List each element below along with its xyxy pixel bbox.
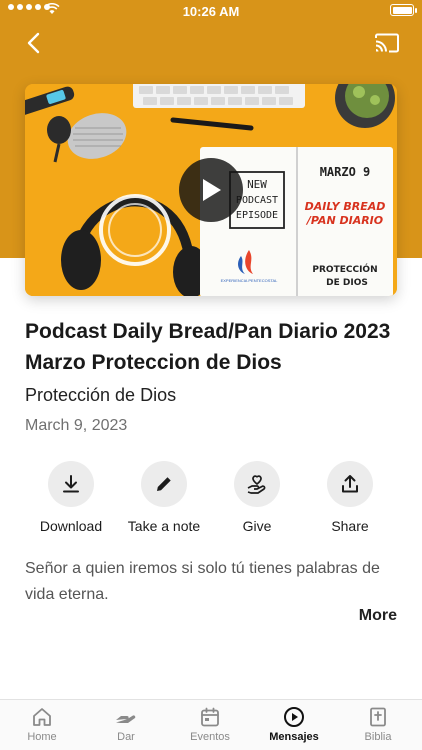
share-icon [342, 475, 358, 493]
status-bar: 10:26 AM [0, 0, 422, 22]
episode-date: March 9, 2023 [25, 417, 128, 434]
tab-bar: Home Dar Eventos Mensajes Biblia [0, 699, 422, 750]
tab-mensajes-label: Mensajes [269, 731, 319, 743]
home-icon [33, 708, 51, 726]
pencil-icon [157, 477, 171, 491]
tab-dar-label: Dar [117, 731, 135, 743]
play-circle-icon [284, 707, 304, 727]
notebook-right-date: MARZO 9 [320, 165, 371, 179]
tab-home-label: Home [27, 731, 57, 743]
bible-icon [370, 707, 386, 727]
svg-text:/PAN DIARIO: /PAN DIARIO [305, 214, 383, 227]
calendar-icon [201, 707, 219, 727]
download-button[interactable]: Download [19, 461, 123, 534]
download-icon [63, 475, 79, 493]
tab-home[interactable]: Home [0, 706, 84, 743]
share-label: Share [331, 518, 369, 534]
svg-text:EPISODE: EPISODE [236, 210, 278, 221]
play-icon [203, 179, 221, 201]
tab-dar[interactable]: Dar [84, 706, 168, 743]
chevron-left-icon [27, 32, 40, 54]
svg-text:PROTECCIÓN: PROTECCIÓN [312, 263, 377, 275]
svg-text:DAILY BREAD: DAILY BREAD [305, 200, 386, 213]
episode-subtitle: Protección de Dios [25, 385, 177, 405]
hand-icon [116, 715, 136, 723]
give-label: Give [242, 518, 272, 534]
back-button[interactable] [18, 28, 48, 58]
tab-mensajes[interactable]: Mensajes [252, 706, 336, 743]
more-link[interactable]: More [359, 607, 397, 625]
take-a-note-button[interactable]: Take a note [112, 461, 216, 534]
tab-biblia-label: Biblia [364, 731, 392, 743]
download-label: Download [39, 518, 103, 534]
cast-icon [375, 33, 399, 53]
episode-title: Podcast Daily Bread/Pan Diario 2023 Marz… [25, 320, 391, 374]
episode-actions: Download Take a note Give Share [0, 461, 422, 541]
cast-button[interactable] [370, 28, 404, 58]
svg-text:DE DIOS: DE DIOS [326, 278, 368, 288]
svg-text:EXPERIENCIA PENTECOSTAL: EXPERIENCIA PENTECOSTAL [221, 278, 279, 283]
status-time: 10:26 AM [182, 4, 240, 19]
episode-thumbnail[interactable]: NEW PODCAST EPISODE EXPERIENCIA PENTECOS… [25, 84, 397, 296]
episode-description: Señor a quien iremos si solo tú tienes p… [25, 560, 380, 603]
hand-heart-icon [247, 475, 266, 494]
tab-eventos[interactable]: Eventos [168, 706, 252, 743]
take-a-note-label: Take a note [127, 518, 201, 534]
battery-icon [390, 4, 417, 16]
give-button[interactable]: Give [205, 461, 309, 534]
play-button[interactable] [179, 158, 243, 222]
notebook-left-text: NEW [247, 178, 267, 191]
tab-biblia[interactable]: Biblia [336, 706, 420, 743]
tab-eventos-label: Eventos [190, 731, 230, 743]
share-button[interactable]: Share [298, 461, 402, 534]
